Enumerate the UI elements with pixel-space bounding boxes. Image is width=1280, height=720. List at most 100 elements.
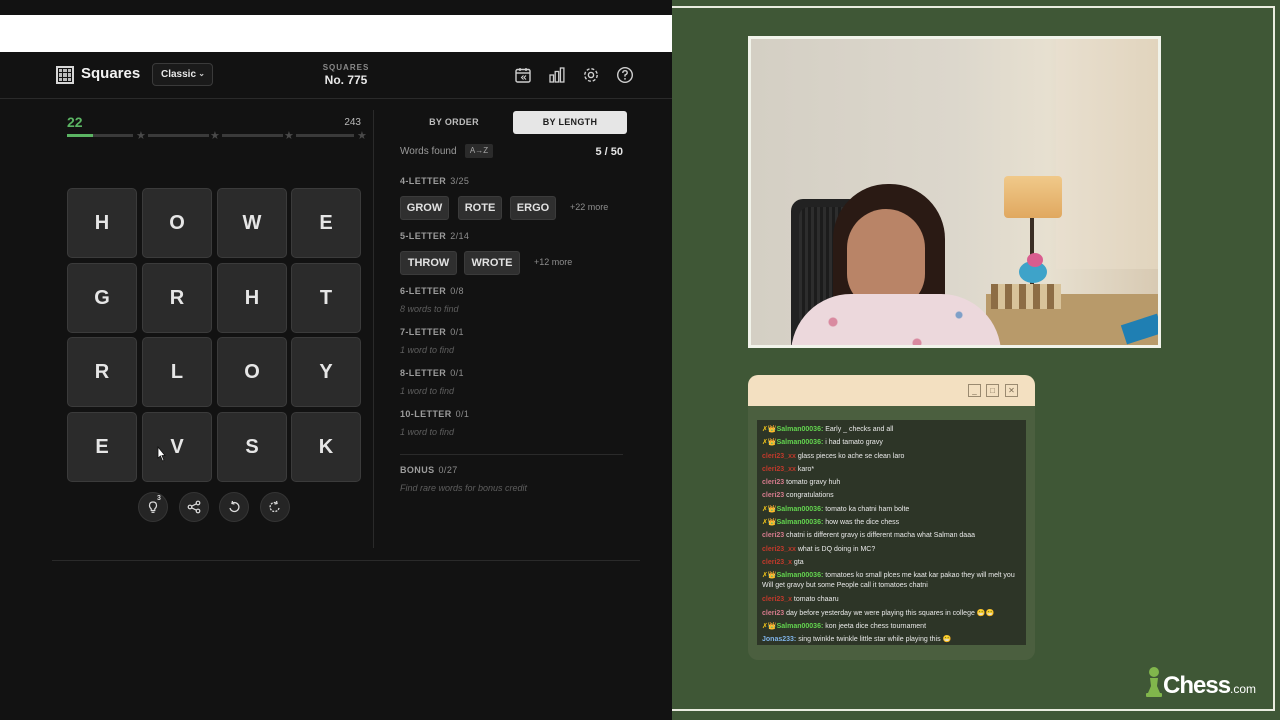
letter-tile[interactable]: O — [142, 188, 212, 258]
chat-message: cleri23_x tomato chaaru — [762, 593, 1021, 606]
letter-tile[interactable]: H — [217, 263, 287, 333]
letter-tile[interactable]: G — [67, 263, 137, 333]
webcam-chessboard — [991, 284, 1061, 309]
chat-username[interactable]: Jonas233: — [762, 636, 796, 643]
chess-com-logo: Chess.com — [1163, 672, 1256, 700]
more-words[interactable]: +22 more — [570, 202, 608, 212]
maximize-icon[interactable]: □ — [986, 384, 999, 397]
section-title: 6-LETTER — [400, 286, 447, 296]
chat-text: i had tamato gravy — [823, 439, 883, 447]
chat-text: congratulations — [784, 492, 834, 500]
section-hint: 1 word to find — [400, 427, 455, 437]
webcam-plush-toy — [1027, 253, 1043, 267]
letter-tile[interactable]: S — [217, 412, 287, 482]
footer-divider — [52, 560, 640, 561]
chat-message: cleri23_xx glass pieces ko ache se clean… — [762, 450, 1021, 463]
webcam-person-shirt-pattern — [791, 294, 1001, 345]
letter-tile[interactable]: Y — [291, 337, 361, 407]
star-icon: ★ — [284, 130, 294, 142]
chat-username[interactable]: Salman00036: — [777, 623, 824, 630]
chat-username[interactable]: cleri23_xx — [762, 546, 796, 553]
gear-icon[interactable] — [582, 66, 600, 84]
share-button[interactable] — [179, 492, 209, 522]
screen: { "header": {"title": "Squares", "mode":… — [0, 0, 1280, 720]
webcam-corner-wall — [1056, 39, 1158, 269]
letter-tile[interactable]: E — [291, 188, 361, 258]
minimize-icon[interactable]: _ — [968, 384, 981, 397]
letter-tile[interactable]: R — [67, 337, 137, 407]
section-count: 2/14 — [450, 231, 470, 241]
letter-tile[interactable]: H — [67, 188, 137, 258]
section-hint: 1 word to find — [400, 386, 455, 396]
found-word[interactable]: ROTE — [458, 196, 502, 220]
chat-message: cleri23 tomato gravy huh — [762, 476, 1021, 489]
progress-segment — [296, 134, 354, 137]
section-8-letter: 8-LETTER 0/1 — [400, 368, 464, 378]
section-hint: 1 word to find — [400, 345, 455, 355]
letter-tile[interactable]: O — [217, 337, 287, 407]
words-found-label: Words found — [400, 146, 457, 157]
star-icon: ★ — [136, 130, 146, 142]
chat-message: ✗👑Salman00036: i had tamato gravy — [762, 436, 1021, 449]
letter-tile[interactable]: L — [142, 337, 212, 407]
found-word[interactable]: WROTE — [464, 251, 520, 275]
chat-username[interactable]: cleri23_xx — [762, 453, 796, 460]
sort-toggle[interactable]: A→Z — [465, 144, 493, 158]
chat-username[interactable]: Salman00036: — [777, 572, 824, 579]
page-banner — [0, 15, 672, 52]
section-count: 3/25 — [450, 176, 470, 186]
letter-tile[interactable]: R — [142, 263, 212, 333]
letter-tile[interactable]: K — [291, 412, 361, 482]
chat-username[interactable]: cleri23_xx — [762, 466, 796, 473]
chat-messages: ✗👑Salman00036: Early _ checks and all ✗👑S… — [757, 420, 1026, 645]
chat-username[interactable]: cleri23_x — [762, 559, 792, 566]
chat-text: what is DQ doing in MC? — [795, 545, 876, 553]
rotate-right-icon — [269, 500, 280, 513]
found-word[interactable]: ERGO — [510, 196, 556, 220]
section-6-letter: 6-LETTER 0/8 — [400, 286, 464, 296]
webcam-lamp-shade — [1004, 176, 1062, 218]
found-word[interactable]: GROW — [400, 196, 449, 220]
chat-username[interactable]: Salman00036: — [777, 426, 824, 433]
words-found-count: 5 / 50 — [595, 146, 623, 158]
user-badge-icon: ✗👑 — [762, 439, 777, 447]
rotate-button[interactable] — [219, 492, 249, 522]
rotate-left-icon — [229, 500, 240, 513]
shuffle-button[interactable] — [260, 492, 290, 522]
chat-username[interactable]: Salman00036: — [777, 439, 824, 446]
chat-username[interactable]: cleri23 — [762, 492, 784, 499]
letter-tile[interactable]: W — [217, 188, 287, 258]
calendar-icon[interactable] — [514, 66, 532, 84]
user-badge-icon: ✗👑 — [762, 519, 777, 527]
chat-username[interactable]: cleri23 — [762, 610, 784, 617]
chat-message: cleri23 chatni is different gravy is dif… — [762, 529, 1021, 542]
section-count: 0/1 — [450, 368, 464, 378]
chat-text: Early _ checks and all — [823, 426, 894, 433]
chat-username[interactable]: cleri23 — [762, 479, 784, 486]
hint-button[interactable]: 3 — [138, 492, 168, 522]
chat-username[interactable]: cleri23_x — [762, 596, 792, 603]
chat-text: sing twinkle twinkle little star while p… — [796, 636, 952, 644]
section-count: 0/8 — [450, 286, 464, 296]
logo-name: Chess — [1163, 672, 1231, 699]
tab-by-order[interactable]: BY ORDER — [397, 111, 511, 134]
current-score: 22 — [67, 114, 83, 130]
max-score: 243 — [344, 117, 361, 128]
mode-dropdown[interactable]: Classic ⌄ — [152, 63, 213, 86]
found-word[interactable]: THROW — [400, 251, 457, 275]
chat-username[interactable]: Salman00036: — [777, 519, 824, 526]
letter-tile[interactable]: E — [67, 412, 137, 482]
progress-segment — [222, 134, 283, 137]
letter-tile[interactable]: V — [142, 412, 212, 482]
chess-pawn-logo-icon — [1146, 667, 1162, 697]
stats-icon[interactable] — [548, 66, 566, 84]
tab-by-length[interactable]: BY LENGTH — [513, 111, 627, 134]
help-icon[interactable] — [616, 66, 634, 84]
close-icon[interactable]: ✕ — [1005, 384, 1018, 397]
chat-username[interactable]: Salman00036: — [777, 506, 824, 513]
section-7-letter: 7-LETTER 0/1 — [400, 327, 464, 337]
more-words[interactable]: +12 more — [534, 257, 572, 267]
chat-message: cleri23_xx what is DQ doing in MC? — [762, 543, 1021, 556]
chat-username[interactable]: cleri23 — [762, 532, 784, 539]
letter-tile[interactable]: T — [291, 263, 361, 333]
